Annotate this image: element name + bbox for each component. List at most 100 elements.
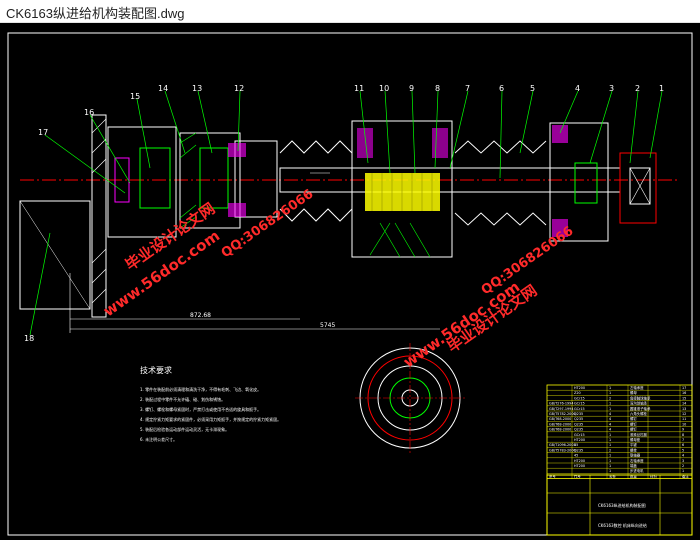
bom-cell-std: GB/T68-2000: [549, 428, 571, 432]
bom-cell-std: GB/T5782-2000: [549, 412, 576, 416]
drawing-canvas[interactable]: 17 16 15 14 13 12 11 10 9 8 7 6 5 4 3 2 …: [0, 23, 700, 540]
bom-cell-qty: 4: [609, 412, 611, 416]
bom-cell-name: 左轴承座: [630, 385, 644, 390]
dim-1: 872.68: [190, 312, 211, 319]
bom-cell-qty: 4: [609, 422, 611, 426]
bom-cell-name: 螺钉: [630, 416, 637, 421]
bom-cell-mat: Q235: [574, 417, 583, 421]
bom-cell-no: 10: [682, 422, 686, 426]
bom-cell-no: 14: [682, 402, 686, 406]
bom-cell-mat: 45: [574, 443, 578, 447]
bom-cell-qty: 1: [609, 433, 611, 437]
bom-cell-no: 7: [682, 438, 684, 442]
bom-cell-std: GB/T276-1994: [549, 402, 574, 406]
bom-cell-mat: Q235: [574, 422, 583, 426]
bom-table: HT200 1 左轴承座 17Z20 1 螺母 16GCr15 2 角接触球轴承 15GB/T27…: [546, 384, 693, 479]
bom-cell-name: 角接触球轴承: [630, 395, 651, 400]
balloon-4: 4: [575, 84, 580, 93]
tech-line-5: 5. 装配后检验各运动部件运动灵活，无卡滞现象。: [140, 426, 229, 432]
bom-cell-name: 圆锥滚子轴承: [630, 406, 651, 411]
cad-drawing: 17 16 15 14 13 12 11 10 9 8 7 6 5 4 3 2 …: [7, 32, 693, 536]
balloon-13: 13: [192, 84, 202, 93]
bom-cell-name: 右轴承座: [630, 458, 644, 463]
bom-cell-qty: 1: [609, 469, 611, 473]
bom-cell-mat: Q235: [574, 448, 583, 452]
balloon-12: 12: [234, 84, 244, 93]
bom-cell-qty: 1: [609, 386, 611, 390]
bom-cell-qty: 1: [609, 438, 611, 442]
title-block-sub: CK6163数控 机床纵向进给: [598, 522, 647, 528]
bom-cell-name: 滚珠丝杠副: [630, 432, 648, 437]
bom-cell-mat: 45: [574, 454, 578, 458]
bom-cell-name: 深沟球轴承: [630, 401, 648, 406]
title-block-name: CK6163纵进给机构装配图: [598, 502, 646, 508]
bom-cell-name: 螺母: [630, 390, 637, 395]
bom-cell-no: 2: [682, 464, 684, 468]
bom-cell-qty: 1: [609, 402, 611, 406]
bom-cell-no: 11: [682, 417, 686, 421]
bom-cell-name: 螺栓: [630, 447, 637, 452]
bom-cell-mat: Q235: [574, 428, 583, 432]
bom-cell-std: GB/T5783-2000: [549, 448, 576, 452]
tech-line-4: 4. 规定拧紧力矩要求的紧固件，必须采用力矩扳手，并按规定的拧紧力矩紧固。: [140, 416, 281, 422]
bom-header-cell: 序号: [549, 473, 556, 478]
tech-line-3: 3. 螺钉、螺栓和螺母紧固时，严禁打击或使用不合适的旋具和扳手。: [140, 406, 261, 412]
bom-cell-no: 8: [682, 433, 684, 437]
bom-cell-std: GB/T297-1994: [549, 407, 574, 411]
tech-line-2: 2. 装配过程中零件不允许磕、碰、划伤和锈蚀。: [140, 396, 225, 402]
tech-line-6: 6. 未注明公差尺寸。: [140, 436, 177, 442]
bom-cell-mat: Z20: [574, 391, 581, 395]
balloon-17: 17: [38, 128, 48, 137]
bom-cell-mat: HT200: [574, 386, 585, 390]
bom-cell-std: GB/T1096-2003: [549, 443, 576, 447]
bom-cell-no: 17: [682, 386, 686, 390]
bom-cell-mat: HT200: [574, 464, 585, 468]
bom-cell-qty: 1: [609, 454, 611, 458]
title-bar: CK6163纵进给机构装配图.dwg: [0, 0, 700, 23]
bom-cell-mat: GCr15: [574, 402, 585, 406]
balloon-7: 7: [465, 84, 470, 93]
bom-cell-mat: HT200: [574, 438, 585, 442]
bom-cell-name: 螺钉: [630, 427, 637, 432]
bom-cell-mat: GCr15: [574, 396, 585, 400]
bellows-left-top: [279, 140, 353, 154]
bom-cell-name: 螺母座: [630, 437, 641, 442]
bom-cell-name: 六角头螺栓: [630, 411, 648, 416]
balloon-3: 3: [609, 84, 614, 93]
window-title: CK6163纵进给机构装配图.dwg: [6, 6, 185, 21]
bom-cell-no: 4: [682, 454, 684, 458]
balloon-11: 11: [354, 84, 364, 93]
motor-flange: [91, 114, 107, 318]
bom-cell-qty: 2: [609, 448, 611, 452]
bom-cell-qty: 1: [609, 391, 611, 395]
balloon-9: 9: [409, 84, 414, 93]
bom-cell-no: 1: [682, 469, 684, 473]
balloon-8: 8: [435, 84, 440, 93]
balloon-1: 1: [659, 84, 664, 93]
bom-cell-no: 3: [682, 459, 684, 463]
bom-cell-name: 端盖: [630, 463, 637, 468]
balloon-5: 5: [530, 84, 535, 93]
ball-nut: [365, 173, 440, 211]
bom-cell-no: 9: [682, 428, 684, 432]
bom-cell-mat: Q235: [574, 412, 583, 416]
bom-cell-mat: GCr15: [574, 433, 585, 437]
bom-cell-qty: 4: [609, 417, 611, 421]
bom-cell-qty: 1: [609, 464, 611, 468]
bom-cell-no: 5: [682, 448, 684, 452]
bom-cell-std: GB/T68-2000: [549, 422, 571, 426]
bom-cell-no: 12: [682, 412, 686, 416]
balloon-18: 18: [24, 334, 34, 343]
bom-cell-name: 步进电机: [630, 468, 644, 473]
bom-cell-mat: GCr15: [574, 407, 585, 411]
tech-title: 技术要求: [140, 365, 172, 375]
drawing-border: [7, 32, 693, 536]
tech-line-1: 1. 零件在装配前必须清理和清洗干净，不得有毛刺、飞边、氧化皮。: [140, 386, 261, 392]
bom-cell-no: 6: [682, 443, 684, 447]
bom-cell-name: 螺钉: [630, 421, 637, 426]
balloon-15: 15: [130, 92, 140, 101]
watermark-qq-1: QQ:306826066: [219, 187, 317, 262]
bellows-right-bottom: [454, 212, 547, 226]
coupling: [619, 152, 657, 224]
title-block: CK6163纵进给机构装配图 CK6163数控 机床纵向进给: [546, 474, 693, 536]
